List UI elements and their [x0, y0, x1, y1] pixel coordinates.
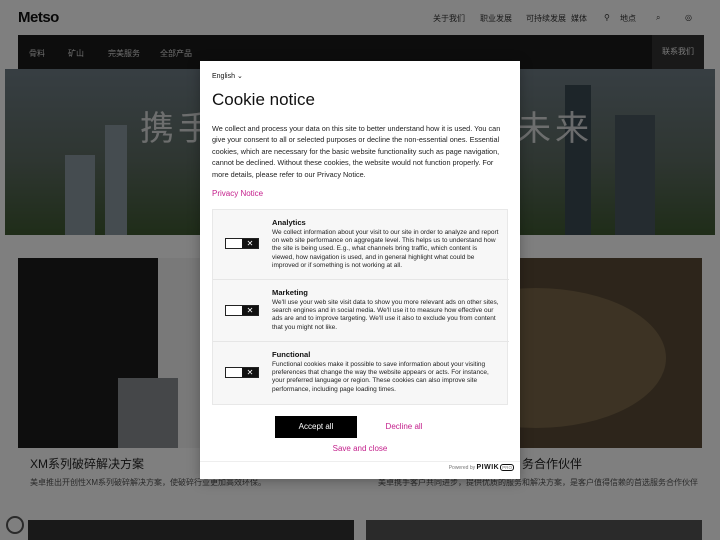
analytics-description: We collect information about your visit …	[272, 229, 499, 269]
consent-sections: ✕ Analytics We collect information about…	[212, 209, 509, 406]
cookie-notice-dialog: English ⌄ Cookie notice We collect and pr…	[200, 61, 520, 479]
dialog-title: Cookie notice	[212, 90, 316, 109]
save-and-close-button[interactable]: Save and close	[316, 440, 404, 458]
toggle-off-icon: ✕	[242, 306, 258, 315]
consent-section-functional: ✕ Functional Functional cookies make it …	[213, 342, 509, 406]
functional-toggle[interactable]: ✕	[225, 367, 259, 378]
analytics-toggle[interactable]: ✕	[225, 238, 259, 249]
toggle-off-icon: ✕	[242, 239, 258, 248]
powered-by[interactable]: Powered by PIWIK PRO	[449, 464, 514, 471]
footer-divider	[200, 461, 520, 462]
language-selector[interactable]: English ⌄	[212, 72, 243, 80]
consent-section-marketing: ✕ Marketing We'll use your web site visi…	[213, 280, 509, 342]
marketing-title: Marketing	[272, 288, 308, 297]
analytics-title: Analytics	[272, 218, 306, 227]
piwik-logo: PIWIK	[476, 464, 500, 471]
pro-badge: PRO	[500, 464, 514, 471]
functional-title: Functional	[272, 350, 311, 359]
marketing-description: We'll use your web site visit data to sh…	[272, 299, 499, 331]
functional-description: Functional cookies make it possible to s…	[272, 361, 489, 393]
powered-by-label: Powered by	[448, 465, 476, 471]
privacy-notice-link[interactable]: Privacy Notice	[212, 189, 263, 198]
marketing-toggle[interactable]: ✕	[225, 305, 259, 316]
language-label: English	[212, 73, 235, 80]
chevron-down-icon: ⌄	[236, 73, 243, 80]
decline-all-button[interactable]: Decline all	[366, 416, 442, 438]
consent-section-analytics: ✕ Analytics We collect information about…	[213, 210, 509, 280]
dialog-body-text: We collect and process your data on this…	[212, 124, 501, 179]
toggle-off-icon: ✕	[242, 368, 258, 377]
accept-all-button[interactable]: Accept all	[275, 416, 357, 438]
